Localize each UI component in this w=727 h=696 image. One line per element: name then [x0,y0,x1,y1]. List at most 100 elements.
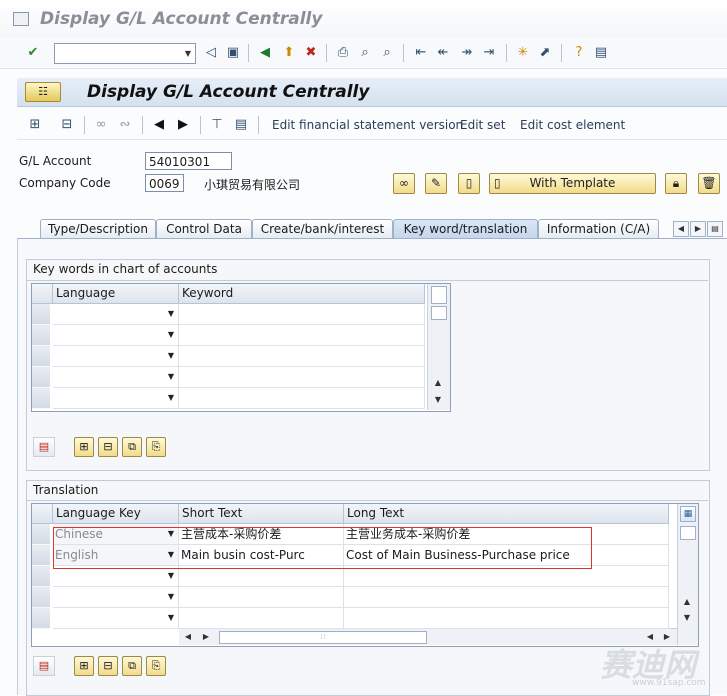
select-block-icon[interactable]: ▤ [33,437,55,457]
row-selector[interactable] [32,545,50,566]
language-cell[interactable]: ▼ [53,304,179,325]
scroll-down-icon[interactable]: ▼ [680,611,694,625]
scroll-down-icon[interactable]: ▼ [431,393,445,407]
chevron-down-icon[interactable]: ▼ [168,325,174,345]
print-icon[interactable]: ⎙ [334,44,352,62]
column-header-short-text[interactable]: Short Text [179,504,344,524]
copy-row-button[interactable]: ⧉ [122,656,142,676]
tab-control-data[interactable]: Control Data [156,219,252,238]
keyword-cell[interactable] [179,325,425,346]
column-header-keyword[interactable]: Keyword [179,284,425,304]
short-text-cell[interactable] [179,587,344,608]
scroll-thumb[interactable]: ∷ [219,631,427,644]
language-key-cell[interactable]: ▼ [53,566,179,587]
column-config-icon[interactable] [431,286,447,304]
scroll-up-icon[interactable]: ▲ [680,595,694,609]
next-icon[interactable]: ▶ [174,116,192,134]
row-selector[interactable] [32,608,50,629]
language-cell[interactable]: ▼ [53,325,179,346]
keyword-cell[interactable] [179,388,425,409]
language-key-cell[interactable]: ▼ [53,587,179,608]
create-session-icon[interactable]: ✳ [514,44,532,62]
lock-button[interactable]: 🔒︎ [665,173,687,194]
glasses-button[interactable]: ∞ [393,173,415,194]
scroll-left-icon[interactable]: ◀ [181,630,195,644]
select-all-cell[interactable] [32,504,53,524]
tab-type-description[interactable]: Type/Description [40,219,156,238]
tab-scroll-right-icon[interactable]: ▶ [690,221,706,237]
long-text-cell[interactable] [344,608,669,629]
language-cell[interactable]: ▼ [53,367,179,388]
note-icon[interactable]: ▤ [232,116,250,134]
chevron-down-icon[interactable]: ▼ [168,608,174,628]
row-selector[interactable] [32,388,50,409]
shortcut-icon[interactable]: ⬈ [536,44,554,62]
cancel-icon[interactable]: ✖ [302,44,320,62]
chevron-down-icon[interactable]: ▼ [181,44,195,63]
create-button[interactable]: ▯ [458,173,480,194]
delete-button[interactable]: 🗑︎ [698,173,720,194]
back-icon[interactable]: ◀ [256,44,274,62]
edit-fs-version-link[interactable]: Edit financial statement version [272,118,463,132]
tab-list-icon[interactable]: ▤ [707,221,723,237]
row-selector[interactable] [32,346,50,367]
structure-icon[interactable]: ⊟ [58,116,76,134]
hierarchy-icon[interactable]: ⊞ [26,116,44,134]
next-page-icon[interactable]: ↠ [458,44,476,62]
find-next-icon[interactable]: ⌕ [378,44,396,62]
edit-cost-element-link[interactable]: Edit cost element [520,118,625,132]
chevron-down-icon[interactable]: ▼ [168,367,174,387]
scroll-up-icon[interactable]: ▲ [431,376,445,390]
language-cell[interactable]: ▼ [53,388,179,409]
company-code-field[interactable]: 0069 [145,174,184,192]
tab-create-bank-interest[interactable]: Create/bank/interest [252,219,393,238]
select-block-icon[interactable]: ▤ [33,656,55,676]
enter-icon[interactable]: ✔ [24,44,42,62]
last-page-icon[interactable]: ⇥ [480,44,498,62]
paste-row-button[interactable]: ⎘ [146,656,166,676]
where-used-icon[interactable]: ⊤ [208,116,226,134]
chevron-down-icon[interactable]: ▼ [168,304,174,324]
tab-information-ca[interactable]: Information (C/A) [538,219,659,238]
keyword-cell[interactable] [179,304,425,325]
edit-set-link[interactable]: Edit set [460,118,505,132]
select-all-cell[interactable] [32,284,53,304]
long-text-cell[interactable] [344,566,669,587]
tab-scroll-left-icon[interactable]: ◀ [673,221,689,237]
keyword-cell[interactable] [179,346,425,367]
row-selector[interactable] [32,325,50,346]
previous-page-icon[interactable]: ↞ [434,44,452,62]
row-selector[interactable] [32,524,50,545]
tab-key-word-translation[interactable]: Key word/translation [393,219,538,238]
first-page-icon[interactable]: ⇤ [412,44,430,62]
insert-row-button[interactable]: ⊞ [74,656,94,676]
menu-button[interactable]: ☷ [25,82,61,102]
collapse-icon[interactable]: ◁ [202,44,220,62]
edit-button[interactable]: ✎ [425,173,447,194]
language-key-cell[interactable]: ▼ [53,608,179,629]
unlink-icon[interactable]: ∾ [116,116,134,134]
insert-row-button[interactable]: ⊞ [74,437,94,457]
find-icon[interactable]: ⌕ [356,44,374,62]
column-header-language[interactable]: Language [53,284,179,304]
previous-icon[interactable]: ◀ [150,116,168,134]
vertical-scrollbar[interactable]: ▦ ▲ ▼ [677,504,698,645]
paste-row-button[interactable]: ⎘ [146,437,166,457]
long-text-cell[interactable] [344,587,669,608]
scroll-right-icon[interactable]: ▶ [199,630,213,644]
link-icon[interactable]: ∞ [92,116,110,134]
exit-icon[interactable]: ⬆ [280,44,298,62]
keyword-cell[interactable] [179,367,425,388]
delete-row-button[interactable]: ⊟ [98,656,118,676]
help-icon[interactable]: ? [570,44,588,62]
layout-menu-icon[interactable]: ▤ [592,44,610,62]
short-text-cell[interactable] [179,566,344,587]
scroll-thumb[interactable] [431,306,447,320]
chevron-down-icon[interactable]: ▼ [168,346,174,366]
delete-row-button[interactable]: ⊟ [98,437,118,457]
vertical-scrollbar[interactable]: ▲ ▼ [427,284,450,410]
copy-row-button[interactable]: ⧉ [122,437,142,457]
column-config-icon[interactable]: ▦ [680,506,696,522]
column-header-long-text[interactable]: Long Text [344,504,669,524]
scroll-thumb[interactable] [680,526,696,540]
